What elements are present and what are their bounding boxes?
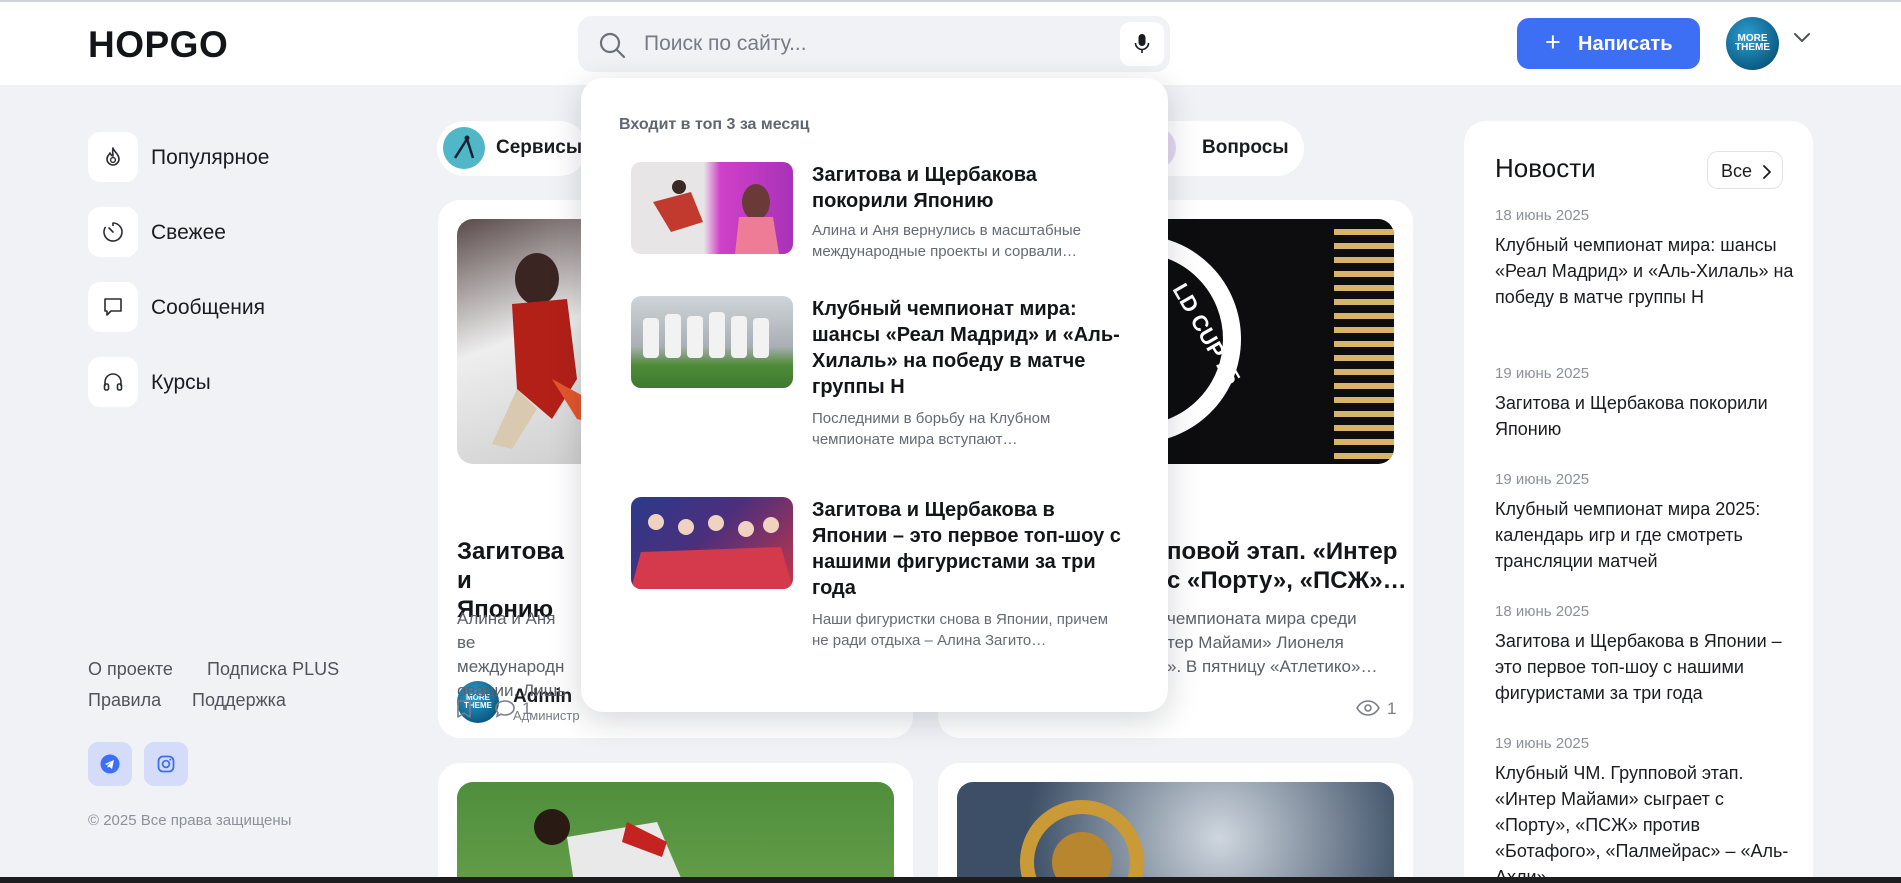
telegram-button[interactable] [88,742,132,786]
news-item[interactable]: 19 июнь 2025 Загитова и Щербакова покори… [1495,365,1795,442]
user-avatar[interactable]: MORE THEME [1726,17,1779,70]
sidebar-item-label: Свежее [151,221,226,244]
comment-icon[interactable] [494,699,516,719]
suggestion-thumbnail [631,497,793,589]
suggestion-excerpt: Последними в борьбу на Клубном чемпионат… [812,410,1051,448]
chip-label: Сервисы [496,137,583,158]
post-excerpt: Алина и Аня ве международн овации. Лишь [457,609,567,700]
voice-search-button[interactable] [1120,22,1164,66]
news-all-label: Все [1721,161,1753,181]
news-date: 18 июнь 2025 [1495,207,1590,224]
sidebar-item-label: Популярное [151,146,270,169]
window-bottom-edge [0,877,1901,883]
footer-link-plus[interactable]: Подписка PLUS [207,659,339,680]
suggestion-title: Клубный чемпионат мира: шансы «Реал Мадр… [812,298,1120,398]
news-panel: Новости Все 18 июнь 2025 Клубный чемпион… [1464,121,1813,883]
post-title[interactable]: повой этап. «Интер с «Порту», «ПСЖ»… [1167,537,1407,595]
site-header: HOPGO Поиск по сайту... + Написать MORE … [0,2,1901,85]
news-title: Клубный чемпионат мира: шансы «Реал Мадр… [1495,235,1794,307]
search-bar[interactable]: Поиск по сайту... [578,16,1170,72]
post-image [957,782,1394,883]
news-date: 19 июнь 2025 [1495,735,1590,752]
telegram-icon [100,754,120,774]
suggestion-excerpt: Алина и Аня вернулись в масштабные между… [812,222,1081,260]
message-icon [88,282,138,332]
instagram-button[interactable] [144,742,188,786]
sidebar-item-label: Курсы [151,371,211,394]
post-card[interactable] [938,763,1413,883]
suggestion-title: Загитова и Щербакова в Японии – это перв… [812,499,1121,599]
search-suggestions-dropdown: Входит в топ 3 за месяц Загитова и Щерба… [581,78,1168,712]
plus-icon: + [1545,27,1561,57]
suggestion-thumbnail [631,296,793,388]
news-date: 19 июнь 2025 [1495,471,1590,488]
suggestion-excerpt: Наши фигуристки снова в Японии, причем н… [812,611,1109,649]
copyright-text: © 2025 Все права защищены [88,812,292,829]
footer-link-about[interactable]: О проекте [88,659,173,680]
site-logo[interactable]: HOPGO [88,24,228,66]
post-card[interactable] [438,763,913,883]
search-icon [599,32,626,59]
chevron-down-icon[interactable] [1792,31,1812,45]
sidebar-item-courses[interactable]: Курсы [88,357,348,407]
chip-services[interactable]: Сервисы [437,121,587,176]
news-title: Загитова и Щербакова в Японии – это перв… [1495,631,1782,703]
chip-label: Вопросы [1202,137,1289,158]
post-excerpt: чемпионата мира среди тер Майами» Лионел… [1167,609,1378,676]
instagram-icon [157,755,175,773]
bookmark-icon[interactable] [456,699,472,719]
suggestion-title: Загитова и Щербакова покорили Японию [812,164,1037,212]
footer-link-support[interactable]: Поддержка [192,690,286,711]
sidebar-item-messages[interactable]: Сообщения [88,282,348,332]
eye-icon [1356,700,1380,716]
news-date: 18 июнь 2025 [1495,603,1590,620]
chevron-right-icon [1763,165,1771,179]
news-all-button[interactable]: Все [1707,151,1783,189]
news-item[interactable]: 18 июнь 2025 Загитова и Щербакова в Япон… [1495,603,1795,706]
view-count: 1 [1387,699,1397,718]
sidebar-item-popular[interactable]: Популярное [88,132,348,182]
news-item[interactable]: 19 июнь 2025 Клубный ЧМ. Групповой этап.… [1495,735,1795,883]
write-post-button[interactable]: + Написать [1517,18,1700,69]
sidebar-item-fresh[interactable]: Свежее [88,207,348,257]
news-title: Клубный ЧМ. Групповой этап. «Интер Майам… [1495,763,1789,883]
microphone-icon [1134,34,1150,53]
headphones-icon [88,357,138,407]
footer-link-rules[interactable]: Правила [88,690,161,711]
post-image [457,782,894,883]
news-title: Клубный чемпионат мира 2025: календарь и… [1495,499,1761,571]
flame-icon [88,132,138,182]
timer-icon [88,207,138,257]
news-heading: Новости [1495,153,1596,183]
write-post-label: Написать [1578,33,1673,55]
search-input[interactable]: Поиск по сайту... [644,32,807,56]
news-item[interactable]: 18 июнь 2025 Клубный чемпионат мира: шан… [1495,207,1795,310]
news-title: Загитова и Щербакова покорили Японию [1495,393,1768,439]
comment-count: 1 [522,699,532,718]
news-date: 19 июнь 2025 [1495,365,1590,382]
sidebar-item-label: Сообщения [151,296,265,319]
compass-icon [443,127,485,169]
dropdown-heading: Входит в топ 3 за месяц [619,116,810,133]
suggestion-thumbnail [631,162,793,254]
news-item[interactable]: 19 июнь 2025 Клубный чемпионат мира 2025… [1495,471,1795,574]
